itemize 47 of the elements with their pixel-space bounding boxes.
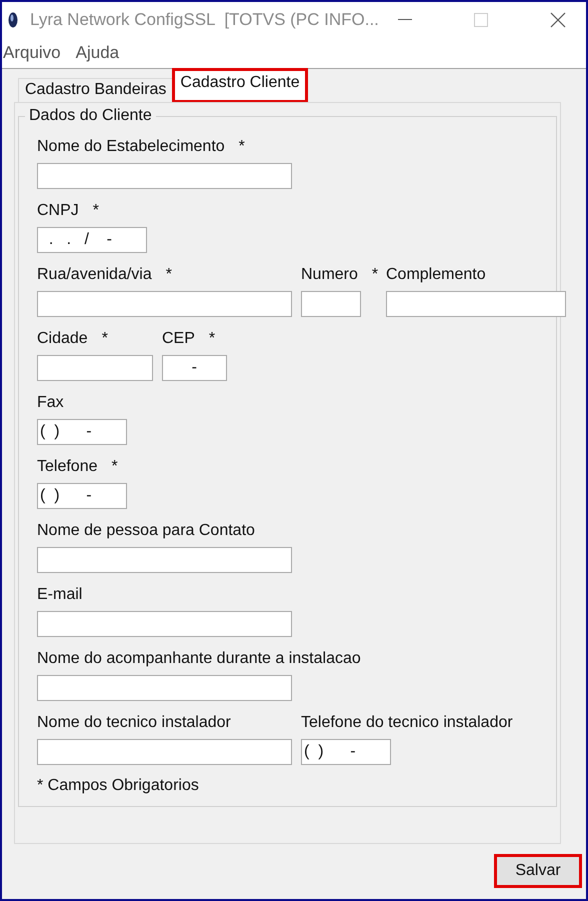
maximize-icon[interactable]	[474, 13, 488, 27]
field-label: Fax	[37, 393, 64, 413]
group-title: Dados do Cliente	[28, 107, 153, 125]
required-mark: *	[372, 265, 378, 285]
field-label: Nome do acompanhante durante a instalacao	[37, 649, 361, 669]
field-label: Telefone	[37, 457, 98, 477]
field-label: E-mail	[37, 585, 82, 605]
field-label: CEP	[162, 329, 195, 349]
input-field[interactable]	[37, 291, 292, 317]
field-label: Telefone do tecnico instalador	[301, 713, 513, 733]
required-mark: *	[238, 137, 245, 157]
required-mark: *	[102, 329, 108, 349]
field-label: Complemento	[386, 265, 486, 285]
input-field[interactable]: ( ) -	[37, 419, 127, 445]
field-label: Nome do Estabelecimento	[37, 137, 225, 157]
required-mark: *	[92, 201, 100, 221]
field-label: Rua/avenida/via	[37, 265, 152, 285]
field-label: Nome de pessoa para Contato	[37, 521, 255, 541]
input-field[interactable]	[37, 355, 153, 381]
field-label: Cidade	[37, 329, 88, 349]
input-field[interactable]	[37, 163, 292, 189]
menu-item[interactable]: Arquivo	[3, 43, 61, 63]
input-field[interactable]	[37, 675, 292, 701]
input-field[interactable]: ( ) -	[301, 739, 391, 765]
required-mark: *	[208, 329, 216, 349]
input-field[interactable]: . . / -	[37, 227, 147, 253]
menu-item[interactable]: Ajuda	[76, 43, 120, 63]
required-mark: *	[166, 265, 172, 285]
input-field[interactable]	[37, 611, 292, 637]
input-field[interactable]	[301, 291, 361, 317]
save-button[interactable]: Salvar	[496, 856, 580, 886]
tab[interactable]: Cadastro Bandeiras	[18, 78, 174, 102]
field-label: Nome do tecnico instalador	[37, 713, 231, 733]
required-mark: *	[112, 457, 118, 477]
input-field[interactable]	[37, 739, 292, 765]
app-icon	[8, 12, 18, 28]
minimize-icon[interactable]	[398, 19, 412, 21]
tab[interactable]: Cadastro Cliente	[173, 69, 307, 102]
input-field[interactable]	[37, 547, 292, 573]
required-note: * Campos Obrigatorios	[37, 777, 200, 795]
field-label: CNPJ	[37, 201, 79, 221]
field-label: Numero	[301, 265, 358, 285]
input-field[interactable]	[386, 291, 566, 317]
input-field[interactable]: ( ) -	[37, 483, 127, 509]
input-field[interactable]: -	[162, 355, 227, 381]
close-icon[interactable]	[550, 12, 566, 28]
window-title: Lyra Network ConfigSSL [TOTVS (PC INFO...	[30, 10, 379, 30]
